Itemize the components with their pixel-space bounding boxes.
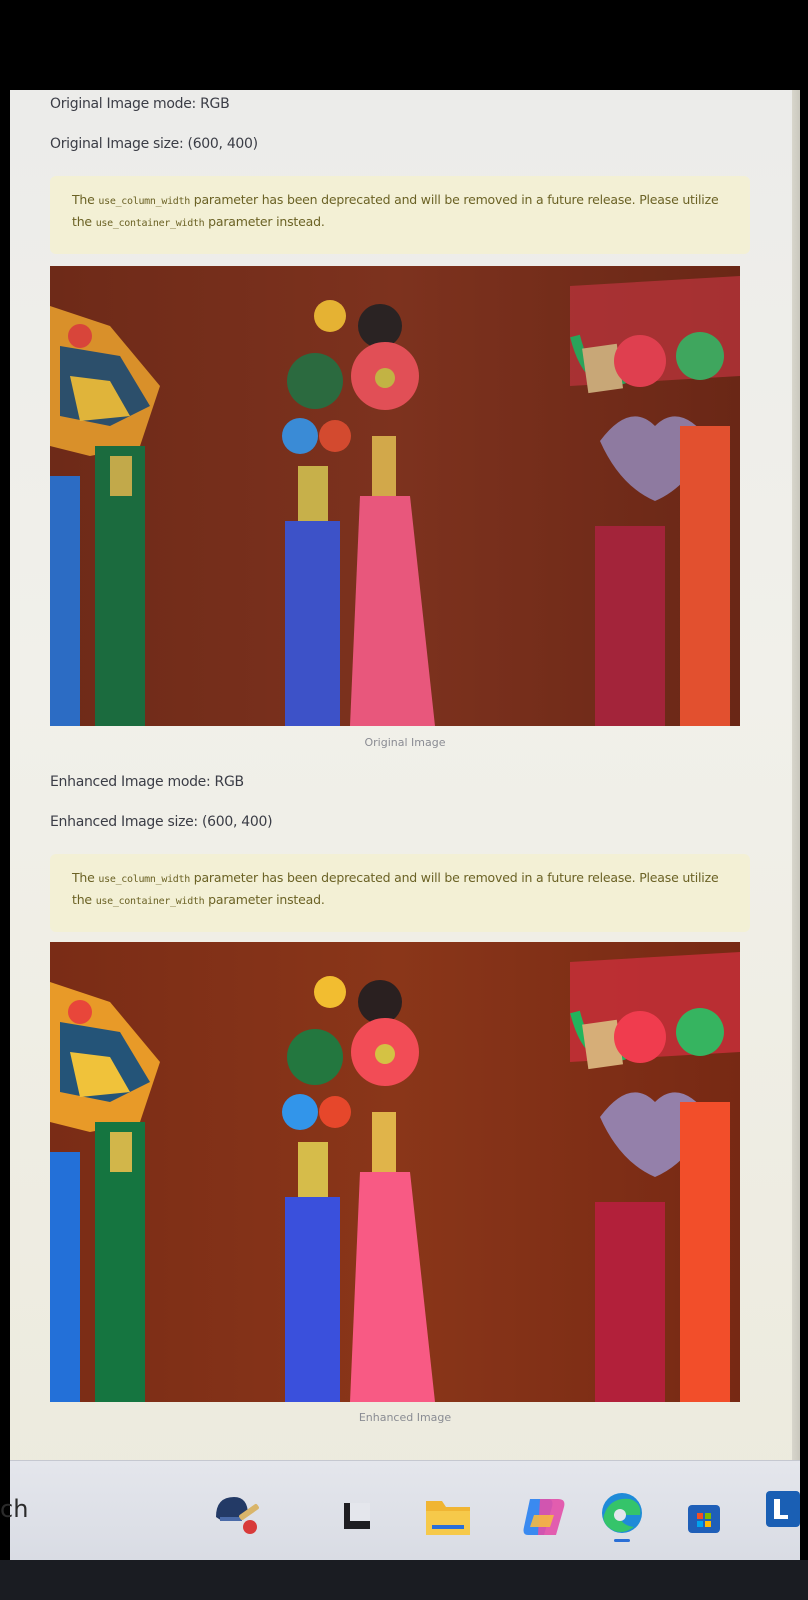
file-explorer-icon[interactable] bbox=[422, 1491, 474, 1543]
original-mode-text: Original Image mode: RGB bbox=[50, 96, 230, 112]
edge-icon[interactable] bbox=[596, 1487, 648, 1542]
tassels-photo-original bbox=[50, 266, 740, 726]
bottom-bezel bbox=[0, 1560, 808, 1600]
enhanced-mode-text: Enhanced Image mode: RGB bbox=[50, 774, 244, 790]
warning-text: The bbox=[72, 870, 99, 885]
task-view-icon[interactable] bbox=[332, 1491, 384, 1543]
warning-code: use_container_width bbox=[95, 896, 205, 907]
enhanced-image bbox=[50, 942, 740, 1402]
microsoft-store-icon[interactable] bbox=[678, 1491, 730, 1543]
original-size-text: Original Image size: (600, 400) bbox=[50, 136, 258, 152]
original-image bbox=[50, 266, 740, 726]
cricket-game-icon[interactable] bbox=[210, 1487, 262, 1539]
enhanced-size-text: Enhanced Image size: (600, 400) bbox=[50, 814, 273, 830]
copilot-icon[interactable] bbox=[518, 1491, 570, 1543]
deprecation-warning-original: The use_column_width parameter has been … bbox=[50, 176, 750, 254]
warning-code: use_column_width bbox=[98, 196, 190, 207]
warning-text: parameter instead. bbox=[204, 214, 325, 229]
taskbar bbox=[10, 1460, 800, 1560]
original-image-caption: Original Image bbox=[364, 736, 446, 749]
deprecation-warning-enhanced: The use_column_width parameter has been … bbox=[50, 854, 750, 932]
scrollbar-edge[interactable] bbox=[792, 90, 800, 1460]
screen: Original Image mode: RGB Original Image … bbox=[10, 90, 800, 1560]
warning-code: use_container_width bbox=[95, 218, 205, 229]
top-bezel bbox=[0, 0, 808, 90]
active-indicator bbox=[614, 1539, 630, 1542]
tassels-photo-enhanced bbox=[50, 942, 740, 1402]
warning-text: The bbox=[72, 192, 99, 207]
warning-text: parameter instead. bbox=[204, 892, 325, 907]
enhanced-image-caption: Enhanced Image bbox=[358, 1411, 452, 1424]
warning-code: use_column_width bbox=[98, 874, 190, 885]
app-content: Original Image mode: RGB Original Image … bbox=[10, 90, 800, 1460]
taskbar-search-text[interactable]: ch bbox=[0, 1495, 28, 1523]
linkedin-icon[interactable] bbox=[762, 1485, 800, 1537]
